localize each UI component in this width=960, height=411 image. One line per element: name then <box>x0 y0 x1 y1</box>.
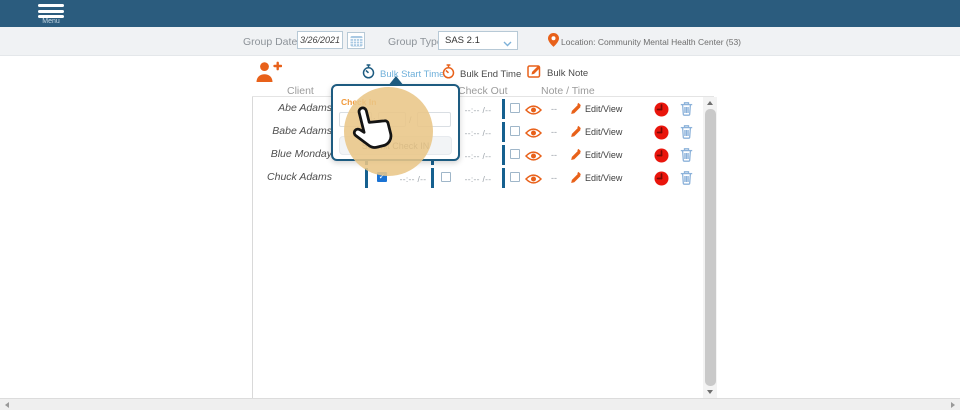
cell-divider <box>431 168 434 188</box>
clock-icon[interactable] <box>654 102 669 122</box>
scroll-down-arrow[interactable] <box>703 386 717 398</box>
chevron-down-icon <box>503 39 512 50</box>
group-type-value: SAS 2.1 <box>445 35 480 46</box>
client-name: Abe Adams <box>232 102 332 114</box>
check-out-checkbox[interactable] <box>441 172 451 182</box>
group-date-input[interactable] <box>297 31 343 49</box>
note-checkbox[interactable] <box>510 149 520 159</box>
note-value: -- <box>551 173 557 183</box>
bulk-end-time-button[interactable]: Bulk End Time <box>442 64 521 84</box>
edit-view-link[interactable]: Edit/View <box>585 150 622 160</box>
clock-icon[interactable] <box>654 125 669 145</box>
stopwatch-icon <box>362 64 375 84</box>
location-pin-icon <box>548 33 559 52</box>
note-checkbox[interactable] <box>510 172 520 182</box>
cell-divider <box>502 99 505 119</box>
bulk-note-button[interactable]: Bulk Note <box>527 64 588 83</box>
note-checkbox[interactable] <box>510 103 520 113</box>
trash-icon[interactable] <box>680 170 693 190</box>
scroll-up-arrow[interactable] <box>703 97 717 109</box>
edit-view-link[interactable]: Edit/View <box>585 127 622 137</box>
cell-divider <box>502 168 505 188</box>
cell-divider <box>502 145 505 165</box>
table-rows: Abe Adams --:-- /-- --:-- /-- -- Edit/Vi… <box>0 98 960 190</box>
trash-icon[interactable] <box>680 147 693 167</box>
table-row: Abe Adams --:-- /-- --:-- /-- -- Edit/Vi… <box>0 98 960 121</box>
check-out-time: --:-- /-- <box>457 105 499 115</box>
toolbar: Group Date: Group Type: SAS 2.1 Location… <box>0 27 960 56</box>
table-row: Blue Monday --:-- /-- --:-- /-- -- Edit/… <box>0 144 960 167</box>
note-value: -- <box>551 127 557 137</box>
note-value: -- <box>551 104 557 114</box>
trash-icon[interactable] <box>680 101 693 121</box>
group-date-label: Group Date: <box>243 36 300 48</box>
edit-view-link[interactable]: Edit/View <box>585 173 622 183</box>
edit-view-link[interactable]: Edit/View <box>585 104 622 114</box>
popup-callout-arrow <box>388 76 404 86</box>
client-name: Blue Monday <box>232 148 332 160</box>
trash-icon[interactable] <box>680 124 693 144</box>
calendar-icon[interactable] <box>347 32 365 49</box>
client-name: Chuck Adams <box>232 171 332 183</box>
clock-icon[interactable] <box>654 148 669 168</box>
note-icon <box>527 64 542 83</box>
check-out-time: --:-- /-- <box>457 151 499 161</box>
pencil-icon[interactable] <box>570 171 582 189</box>
group-type-label: Group Type: <box>388 36 446 48</box>
app-header: Menu <box>0 0 960 27</box>
eye-icon[interactable] <box>525 103 542 121</box>
vertical-scrollbar[interactable] <box>703 97 717 398</box>
pencil-icon[interactable] <box>570 125 582 143</box>
scroll-left-arrow[interactable] <box>0 399 14 411</box>
check-out-time: --:-- /-- <box>457 128 499 138</box>
cell-divider <box>502 122 505 142</box>
eye-icon[interactable] <box>525 172 542 190</box>
eye-icon[interactable] <box>525 126 542 144</box>
stopwatch-icon <box>442 64 455 84</box>
clock-icon[interactable] <box>654 171 669 191</box>
check-out-time: --:-- /-- <box>457 174 499 184</box>
check-in-time: --:-- /-- <box>392 174 434 184</box>
table-row: Babe Adams --:-- /-- --:-- /-- -- Edit/V… <box>0 121 960 144</box>
menu-label[interactable]: Menu <box>30 18 72 25</box>
pencil-icon[interactable] <box>570 148 582 166</box>
table-header-divider <box>252 96 714 97</box>
note-checkbox[interactable] <box>510 126 520 136</box>
bulk-end-time-label: Bulk End Time <box>460 69 521 80</box>
bulk-note-label: Bulk Note <box>547 68 588 79</box>
client-name: Babe Adams <box>232 125 332 137</box>
eye-icon[interactable] <box>525 149 542 167</box>
table-row: Chuck Adams --:-- /-- --:-- /-- -- Edit/… <box>0 167 960 190</box>
horizontal-scrollbar[interactable] <box>0 398 960 410</box>
group-type-select[interactable]: SAS 2.1 <box>438 31 518 50</box>
pencil-icon[interactable] <box>570 102 582 120</box>
location-text: Location: Community Mental Health Center… <box>561 37 741 47</box>
vertical-scrollbar-thumb[interactable] <box>705 109 716 386</box>
add-client-icon[interactable] <box>254 61 282 88</box>
scroll-right-arrow[interactable] <box>946 399 960 411</box>
note-value: -- <box>551 150 557 160</box>
bulk-actions-row: Bulk Start Time Bulk End Time Bulk Note <box>0 56 960 86</box>
